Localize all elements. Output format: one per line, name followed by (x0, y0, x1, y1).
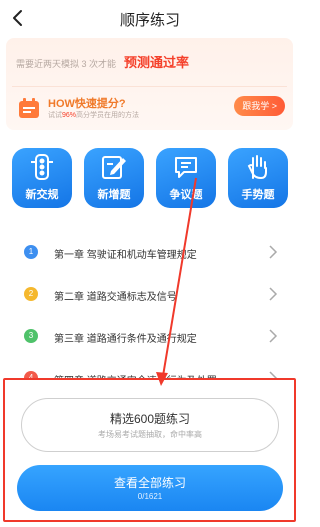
category-label: 新增题 (97, 189, 131, 201)
practice-sheet: 精选600题练习 考场易考试题抽取，命中率高 查看全部练习 0/1621 (3, 378, 296, 522)
chevron-right-icon (269, 329, 278, 343)
chapter-title: 第三章 道路通行条件及通行规定 (54, 334, 197, 345)
traffic-light-icon (31, 154, 53, 180)
category-disputed[interactable]: 争议题 (156, 148, 216, 208)
how-title: HOW快速提分? (48, 98, 126, 110)
selected-600-button[interactable]: 精选600题练习 考场易考试题抽取，命中率高 (21, 398, 279, 452)
chapter-title: 第二章 道路交通标志及信号 (54, 292, 177, 303)
selected-600-title: 精选600题练习 (109, 412, 191, 426)
promo-card: 需要近两天模拟 3 次才能 预测通过率 HOW快速提分? 试试96%高分学员在用… (6, 38, 293, 130)
chevron-right-icon (269, 245, 278, 259)
category-row: 新交规 新增题 争议题 手势题 (0, 148, 300, 212)
edit-icon (102, 156, 126, 179)
promo-headline: 需要近两天模拟 3 次才能 预测通过率 (16, 52, 189, 71)
view-all-progress: 0/1621 (137, 492, 163, 501)
chapter-item-1[interactable]: 1 第一章 驾驶证和机动车管理规定 (0, 232, 300, 272)
chapter-number-badge: 3 (24, 329, 38, 343)
chevron-right-icon (269, 287, 278, 301)
how-subtitle: 试试96%高分学员在用的方法 (48, 110, 139, 120)
chapter-number-badge: 2 (24, 287, 38, 301)
how-section[interactable]: HOW快速提分? 试试96%高分学员在用的方法 跟我学 > (12, 86, 287, 122)
chapter-number-badge: 1 (24, 245, 38, 259)
page-title: 顺序练习 (119, 12, 180, 29)
category-label: 新交规 (25, 189, 59, 201)
follow-me-button[interactable]: 跟我学 > (234, 96, 285, 116)
chat-icon (175, 157, 197, 178)
promo-highlight: 预测通过率 (124, 55, 190, 70)
hand-gesture-icon (247, 155, 267, 180)
chapter-title: 第一章 驾驶证和机动车管理规定 (54, 250, 197, 261)
category-label: 争议题 (169, 189, 203, 201)
category-new-rules[interactable]: 新交规 (12, 148, 72, 208)
how-sub-percent: 96% (62, 112, 77, 119)
chapter-item-2[interactable]: 2 第二章 道路交通标志及信号 (0, 274, 300, 314)
header: 顺序练习 (0, 0, 300, 36)
category-hand-signals[interactable]: 手势题 (228, 148, 288, 208)
selected-600-subtitle: 考场易考试题抽取，命中率高 (98, 430, 202, 439)
view-all-title: 查看全部练习 (113, 476, 186, 490)
category-label: 手势题 (241, 189, 275, 201)
chapter-item-3[interactable]: 3 第三章 道路通行条件及通行规定 (0, 316, 300, 356)
how-sub-prefix: 试试 (48, 112, 62, 119)
view-all-button[interactable]: 查看全部练习 0/1621 (17, 465, 283, 511)
promo-pre-text: 需要近两天模拟 3 次才能 (16, 59, 117, 69)
calendar-icon (19, 98, 39, 118)
how-sub-suffix: 高分学员在用的方法 (76, 112, 140, 119)
category-new-questions[interactable]: 新增题 (84, 148, 144, 208)
